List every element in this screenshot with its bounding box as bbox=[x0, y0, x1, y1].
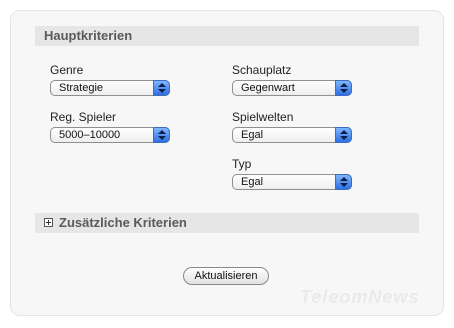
update-button[interactable]: Aktualisieren bbox=[183, 267, 269, 285]
typ-select[interactable]: Egal bbox=[232, 174, 352, 190]
spielwelten-select[interactable]: Egal bbox=[232, 127, 352, 143]
expand-plus-icon[interactable] bbox=[44, 218, 53, 227]
typ-label: Typ bbox=[232, 157, 252, 171]
watermark-logo: TeleomNews bbox=[300, 287, 420, 307]
updown-arrows-icon bbox=[153, 80, 170, 96]
spielwelten-select-value: Egal bbox=[241, 129, 264, 141]
schauplatz-select-value: Gegenwart bbox=[241, 82, 295, 94]
schauplatz-label: Schauplatz bbox=[232, 63, 292, 77]
section-title-extra: Zusätzliche Kriterien bbox=[59, 215, 187, 230]
section-title-main: Hauptkriterien bbox=[44, 28, 133, 43]
updown-arrows-icon bbox=[335, 127, 352, 143]
reg-spieler-select-value: 5000–10000 bbox=[59, 129, 121, 141]
updown-arrows-icon bbox=[335, 174, 352, 190]
section-header-main: Hauptkriterien bbox=[35, 26, 419, 46]
spielwelten-label: Spielwelten bbox=[232, 110, 294, 124]
reg-spieler-select[interactable]: 5000–10000 bbox=[50, 127, 170, 143]
genre-select[interactable]: Strategie bbox=[50, 80, 170, 96]
typ-select-value: Egal bbox=[241, 176, 264, 188]
genre-select-value: Strategie bbox=[59, 82, 104, 94]
section-header-extra[interactable]: Zusätzliche Kriterien bbox=[35, 213, 419, 233]
genre-label: Genre bbox=[50, 63, 84, 77]
reg-spieler-label: Reg. Spieler bbox=[50, 110, 117, 124]
updown-arrows-icon bbox=[335, 80, 352, 96]
schauplatz-select[interactable]: Gegenwart bbox=[232, 80, 352, 96]
updown-arrows-icon bbox=[153, 127, 170, 143]
